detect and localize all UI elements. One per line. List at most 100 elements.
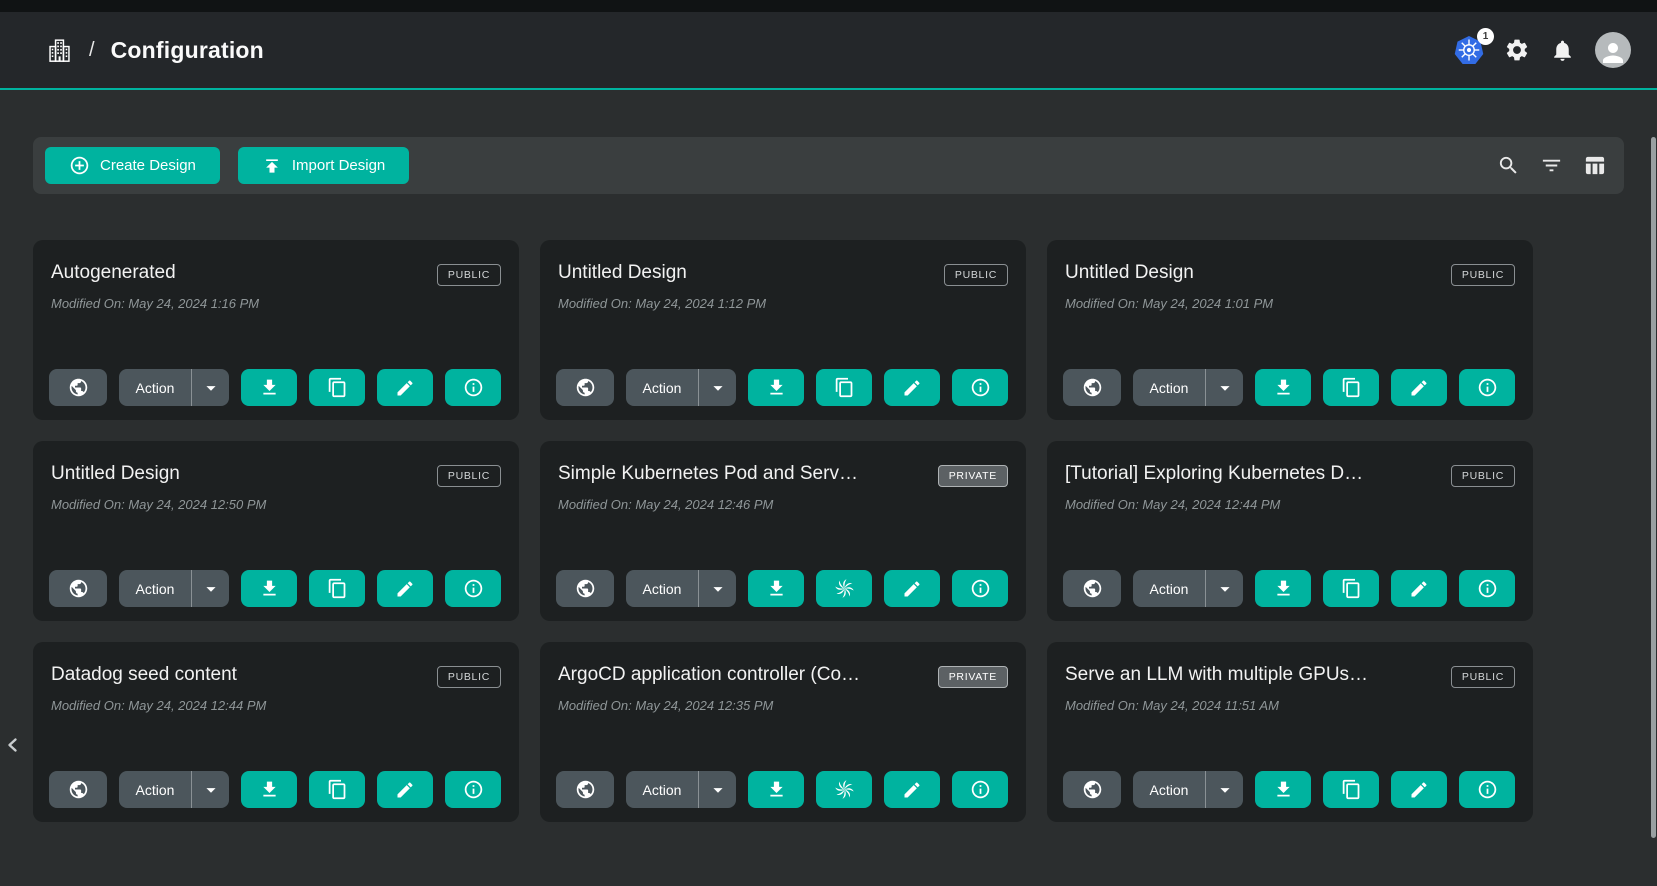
settings-button[interactable] xyxy=(1504,37,1530,63)
visibility-globe-button[interactable] xyxy=(1063,369,1121,406)
action-dropdown-toggle[interactable] xyxy=(191,369,229,406)
visibility-globe-button[interactable] xyxy=(1063,570,1121,607)
visibility-globe-button[interactable] xyxy=(49,570,107,607)
clone-button[interactable] xyxy=(1323,369,1379,406)
action-dropdown-toggle[interactable] xyxy=(1205,369,1243,406)
action-button[interactable]: Action xyxy=(119,369,191,406)
info-button[interactable] xyxy=(445,570,501,607)
clone-button[interactable] xyxy=(309,369,365,406)
download-icon xyxy=(766,779,787,800)
action-button[interactable]: Action xyxy=(1133,771,1205,808)
create-design-button[interactable]: Create Design xyxy=(45,147,220,184)
design-title: Untitled Design xyxy=(1065,262,1194,284)
visibility-badge[interactable]: PUBLIC xyxy=(1451,465,1515,487)
user-avatar[interactable] xyxy=(1595,32,1631,68)
design-card: [Tutorial] Exploring Kubernetes D… PUBLI… xyxy=(1047,441,1533,621)
visibility-globe-button[interactable] xyxy=(556,771,614,808)
action-dropdown-toggle[interactable] xyxy=(191,570,229,607)
action-button[interactable]: Action xyxy=(1133,369,1205,406)
edit-button[interactable] xyxy=(377,570,433,607)
action-button-label: Action xyxy=(136,380,175,396)
edit-button[interactable] xyxy=(1391,771,1447,808)
action-button[interactable]: Action xyxy=(626,570,698,607)
action-button[interactable]: Action xyxy=(626,369,698,406)
action-dropdown-toggle[interactable] xyxy=(698,771,736,808)
visibility-globe-button[interactable] xyxy=(1063,771,1121,808)
edit-button[interactable] xyxy=(884,771,940,808)
download-button[interactable] xyxy=(1255,570,1311,607)
visibility-badge[interactable]: PRIVATE xyxy=(938,666,1008,688)
clone-button[interactable] xyxy=(309,570,365,607)
download-button[interactable] xyxy=(748,570,804,607)
table-view-button[interactable] xyxy=(1577,148,1612,183)
action-dropdown-toggle[interactable] xyxy=(191,771,229,808)
action-split-button: Action xyxy=(119,369,229,406)
edit-button[interactable] xyxy=(1391,369,1447,406)
visibility-globe-button[interactable] xyxy=(49,771,107,808)
globe-icon xyxy=(68,779,89,800)
modified-on: Modified On: May 24, 2024 1:16 PM xyxy=(51,296,501,311)
visibility-globe-button[interactable] xyxy=(556,570,614,607)
info-button[interactable] xyxy=(952,570,1008,607)
download-button[interactable] xyxy=(241,771,297,808)
edit-button[interactable] xyxy=(884,570,940,607)
info-button[interactable] xyxy=(445,369,501,406)
vertical-scrollbar[interactable] xyxy=(1651,137,1656,838)
action-split-button: Action xyxy=(119,570,229,607)
visibility-badge[interactable]: PUBLIC xyxy=(437,666,501,688)
action-dropdown-toggle[interactable] xyxy=(698,570,736,607)
edit-button[interactable] xyxy=(1391,570,1447,607)
visibility-badge[interactable]: PUBLIC xyxy=(1451,264,1515,286)
visibility-globe-button[interactable] xyxy=(49,369,107,406)
visibility-badge[interactable]: PUBLIC xyxy=(437,465,501,487)
info-button[interactable] xyxy=(445,771,501,808)
info-button[interactable] xyxy=(1459,771,1515,808)
organization-building-icon[interactable] xyxy=(46,37,73,64)
action-dropdown-toggle[interactable] xyxy=(1205,570,1243,607)
visibility-badge[interactable]: PUBLIC xyxy=(1451,666,1515,688)
action-button[interactable]: Action xyxy=(119,771,191,808)
edit-button[interactable] xyxy=(884,369,940,406)
clone-button[interactable] xyxy=(1323,570,1379,607)
pencil-icon xyxy=(395,780,415,800)
app-header: / Configuration xyxy=(0,0,1657,90)
filter-button[interactable] xyxy=(1534,148,1569,183)
visibility-badge[interactable]: PUBLIC xyxy=(437,264,501,286)
action-button[interactable]: Action xyxy=(1133,570,1205,607)
info-button[interactable] xyxy=(1459,369,1515,406)
notifications-button[interactable] xyxy=(1550,38,1575,63)
visibility-badge[interactable]: PUBLIC xyxy=(944,264,1008,286)
chevron-down-icon xyxy=(707,578,729,600)
edit-button[interactable] xyxy=(377,771,433,808)
clone-button[interactable] xyxy=(309,771,365,808)
download-button[interactable] xyxy=(241,570,297,607)
info-button[interactable] xyxy=(952,771,1008,808)
pencil-icon xyxy=(902,579,922,599)
pencil-icon xyxy=(1409,780,1429,800)
download-button[interactable] xyxy=(1255,369,1311,406)
action-button[interactable]: Action xyxy=(626,771,698,808)
card-action-bar: Action xyxy=(556,771,1010,808)
info-button[interactable] xyxy=(1459,570,1515,607)
collapse-panel-button[interactable] xyxy=(1,733,25,757)
search-button[interactable] xyxy=(1491,148,1526,183)
visibility-globe-button[interactable] xyxy=(556,369,614,406)
design-swirl-button[interactable] xyxy=(816,570,872,607)
info-button[interactable] xyxy=(952,369,1008,406)
download-button[interactable] xyxy=(748,771,804,808)
import-design-button[interactable]: Import Design xyxy=(238,147,409,184)
design-card: ArgoCD application controller (Co… PRIVA… xyxy=(540,642,1026,822)
design-swirl-button[interactable] xyxy=(816,771,872,808)
clone-button[interactable] xyxy=(816,369,872,406)
action-dropdown-toggle[interactable] xyxy=(1205,771,1243,808)
visibility-badge[interactable]: PRIVATE xyxy=(938,465,1008,487)
download-button[interactable] xyxy=(1255,771,1311,808)
download-button[interactable] xyxy=(748,369,804,406)
download-button[interactable] xyxy=(241,369,297,406)
clone-button[interactable] xyxy=(1323,771,1379,808)
action-button-label: Action xyxy=(1150,581,1189,597)
kubernetes-context-button[interactable]: 1 xyxy=(1454,35,1484,65)
action-button[interactable]: Action xyxy=(119,570,191,607)
action-dropdown-toggle[interactable] xyxy=(698,369,736,406)
edit-button[interactable] xyxy=(377,369,433,406)
